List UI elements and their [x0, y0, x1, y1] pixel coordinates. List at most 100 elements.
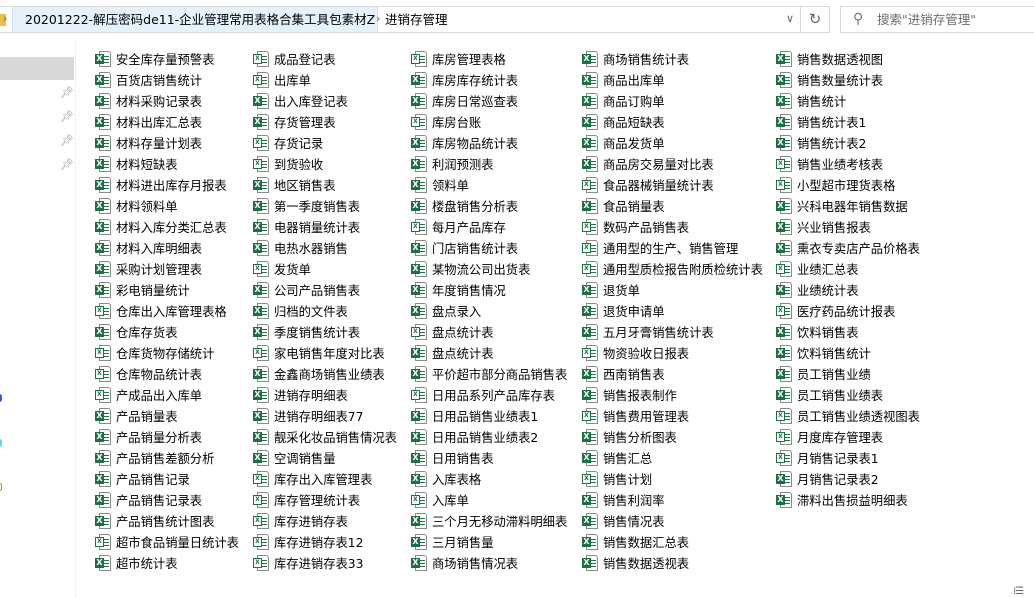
file-item[interactable]: X 日用品销售业绩表2 — [411, 426, 582, 447]
nav-item-selected[interactable] — [0, 57, 74, 80]
file-item[interactable]: X 仓库物品统计表 — [95, 363, 253, 384]
file-item[interactable]: X 出库单 — [253, 69, 411, 90]
file-item[interactable]: X 彩电销量统计 — [95, 279, 253, 300]
file-item[interactable]: X 出入库登记表 — [253, 90, 411, 111]
chevron-right-icon[interactable]: › — [3, 12, 7, 25]
file-item[interactable]: X 产品销售记录 — [95, 468, 253, 489]
address-bar[interactable]: › 20201222-解压密码de11-企业管理常用表格合集工具包素材Z › 进… — [0, 6, 830, 33]
file-item[interactable]: X 数码产品销售表 — [582, 216, 776, 237]
file-item[interactable]: X 商场销售情况表 — [411, 552, 582, 573]
file-item[interactable]: X 材料出库汇总表 — [95, 111, 253, 132]
file-item[interactable]: X 销售统计 — [776, 90, 976, 111]
file-item[interactable]: X 销售统计表2 — [776, 132, 976, 153]
file-item[interactable]: X 仓库出入库管理表格 — [95, 300, 253, 321]
file-item[interactable]: X 月销售记录表1 — [776, 447, 976, 468]
breadcrumb-parent[interactable]: 20201222-解压密码de11-企业管理常用表格合集工具包素材Z — [12, 7, 378, 32]
file-item[interactable]: X 销售数据透视表 — [582, 552, 776, 573]
file-item[interactable]: X 销售分析图表 — [582, 426, 776, 447]
file-item[interactable]: X 库房管理表格 — [411, 48, 582, 69]
pin-icon[interactable]: 📌︎ — [60, 86, 74, 99]
file-item[interactable]: X 日用销售表 — [411, 447, 582, 468]
file-item[interactable]: X 靓采化妆品销售情况表 — [253, 426, 411, 447]
file-item[interactable]: X 销售汇总 — [582, 447, 776, 468]
file-item[interactable]: X 第一季度销售表 — [253, 195, 411, 216]
file-item[interactable]: X 兴科电器年销售数据 — [776, 195, 976, 216]
file-item[interactable]: X 小型超市理货表格 — [776, 174, 976, 195]
file-item[interactable]: X 日用品系列产品库存表 — [411, 384, 582, 405]
file-item[interactable]: X 楼盘销售分析表 — [411, 195, 582, 216]
file-item[interactable]: X 销售数量统计表 — [776, 69, 976, 90]
file-item[interactable]: X 员工销售业绩 — [776, 363, 976, 384]
file-item[interactable]: X 销售利润率 — [582, 489, 776, 510]
file-item[interactable]: X 金鑫商场销售业绩表 — [253, 363, 411, 384]
file-item[interactable]: X 材料领料单 — [95, 195, 253, 216]
file-item[interactable]: X 退货单 — [582, 279, 776, 300]
file-item[interactable]: X 材料采购记录表 — [95, 90, 253, 111]
file-item[interactable]: X 进销存明细表77 — [253, 405, 411, 426]
pin-icon[interactable]: 📌︎ — [60, 134, 74, 147]
pin-icon[interactable]: 📌︎ — [60, 110, 74, 123]
file-item[interactable]: X 月销售记录表2 — [776, 468, 976, 489]
file-item[interactable]: X 存货记录 — [253, 132, 411, 153]
file-item[interactable]: X 每月产品库存 — [411, 216, 582, 237]
file-item[interactable]: X 月度库存管理表 — [776, 426, 976, 447]
file-item[interactable]: X 地区销售表 — [253, 174, 411, 195]
file-item[interactable]: X 库存出入库管理表 — [253, 468, 411, 489]
file-item[interactable]: X 领料单 — [411, 174, 582, 195]
file-item[interactable]: X 超市统计表 — [95, 552, 253, 573]
file-item[interactable]: X 商场销售统计表 — [582, 48, 776, 69]
file-item[interactable]: X 到货验收 — [253, 153, 411, 174]
file-item[interactable]: X 年度销售情况 — [411, 279, 582, 300]
file-item[interactable]: X 兴业销售报表 — [776, 216, 976, 237]
file-item[interactable]: X 成品登记表 — [253, 48, 411, 69]
file-item[interactable]: X 某物流公司出货表 — [411, 258, 582, 279]
file-item[interactable]: X 采购计划管理表 — [95, 258, 253, 279]
file-item[interactable]: X 产品销售记录表 — [95, 489, 253, 510]
file-item[interactable]: X 商品短缺表 — [582, 111, 776, 132]
file-item[interactable]: X 库房台账 — [411, 111, 582, 132]
file-item[interactable]: X 材料进出库存月报表 — [95, 174, 253, 195]
file-item[interactable]: X 存货管理表 — [253, 111, 411, 132]
file-item[interactable]: X 销售统计表1 — [776, 111, 976, 132]
file-item[interactable]: X 仓库货物存储统计 — [95, 342, 253, 363]
file-item[interactable]: X 业绩汇总表 — [776, 258, 976, 279]
file-item[interactable]: X 销售数据透视图 — [776, 48, 976, 69]
file-item[interactable]: X 材料入库明细表 — [95, 237, 253, 258]
file-item[interactable]: X 熏衣专卖店产品价格表 — [776, 237, 976, 258]
nav-item-icon[interactable] — [0, 394, 2, 402]
file-item[interactable]: X 入库单 — [411, 489, 582, 510]
nav-item-icon[interactable] — [0, 439, 2, 447]
file-item[interactable]: X 平价超市部分商品销售表 — [411, 363, 582, 384]
file-item[interactable]: X 商品订购单 — [582, 90, 776, 111]
file-item[interactable]: X 材料存量计划表 — [95, 132, 253, 153]
file-item[interactable]: X 食品销量表 — [582, 195, 776, 216]
file-item[interactable]: X 库存管理统计表 — [253, 489, 411, 510]
chevron-down-icon[interactable]: ∨ — [786, 12, 794, 25]
file-item[interactable]: X 库房库存统计表 — [411, 69, 582, 90]
file-item[interactable]: X 季度销售统计表 — [253, 321, 411, 342]
file-item[interactable]: X 医疗药品统计报表 — [776, 300, 976, 321]
file-item[interactable]: X 通用型质检报告附质检统计表 — [582, 258, 776, 279]
file-item[interactable]: X 日用品销售业绩表1 — [411, 405, 582, 426]
file-item[interactable]: X 利润预测表 — [411, 153, 582, 174]
details-view-icon[interactable]: ⁞☰ — [1013, 586, 1024, 597]
file-item[interactable]: X 三月销售量 — [411, 531, 582, 552]
file-item[interactable]: X 库存进销存表33 — [253, 552, 411, 573]
file-item[interactable]: X 业绩统计表 — [776, 279, 976, 300]
file-item[interactable]: X 仓库存货表 — [95, 321, 253, 342]
pin-icon[interactable]: 📌︎ — [60, 158, 74, 171]
file-item[interactable]: X 退货申请单 — [582, 300, 776, 321]
file-item[interactable]: X 库房日常巡查表 — [411, 90, 582, 111]
breadcrumb-current[interactable]: 进销存管理 — [385, 7, 448, 32]
file-item[interactable]: X 门店销售统计表 — [411, 237, 582, 258]
file-item[interactable]: X 产品销量表 — [95, 405, 253, 426]
file-item[interactable]: X 进销存明细表 — [253, 384, 411, 405]
file-item[interactable]: X 饮料销售表 — [776, 321, 976, 342]
file-item[interactable]: X 员工销售业绩透视图表 — [776, 405, 976, 426]
file-item[interactable]: X 电热水器销售 — [253, 237, 411, 258]
file-item[interactable]: X 电器销量统计表 — [253, 216, 411, 237]
file-item[interactable]: X 商品房交易量对比表 — [582, 153, 776, 174]
file-item[interactable]: X 食品器械销量统计表 — [582, 174, 776, 195]
file-item[interactable]: X 销售业绩考核表 — [776, 153, 976, 174]
file-item[interactable]: X 盘点录入 — [411, 300, 582, 321]
